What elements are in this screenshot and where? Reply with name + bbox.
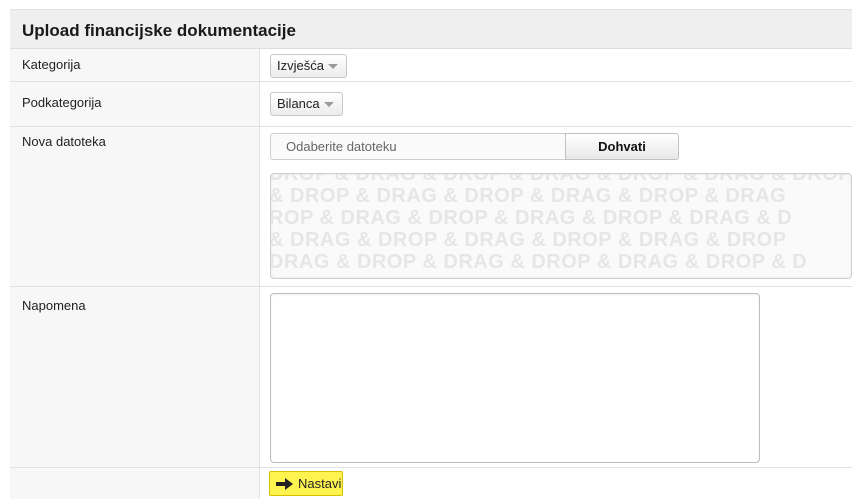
value-cell — [260, 287, 852, 467]
page-title: Upload financijske dokumentacije — [22, 21, 296, 40]
new-file-label: Nova datoteka — [22, 134, 106, 149]
value-cell: Nastavi — [260, 468, 852, 499]
drag-drop-zone[interactable]: DROP & DRAG & DROP & DRAG & DROP & DRAG … — [270, 173, 852, 279]
value-cell: Odaberite datoteku Dohvati DROP & DRAG &… — [260, 127, 852, 286]
label-cell: Nova datoteka — [10, 127, 260, 286]
label-cell — [10, 468, 260, 499]
subcategory-value: Bilanca — [277, 96, 320, 111]
row-category: Kategorija Izvješća — [10, 49, 852, 82]
continue-label: Nastavi — [298, 476, 342, 491]
subcategory-label: Podkategorija — [22, 95, 102, 110]
label-cell: Napomena — [10, 287, 260, 467]
drop-zone-text: & DRAG & DROP & DRAG & DROP & DRAG & DRO… — [270, 229, 787, 251]
label-cell: Podkategorija — [10, 82, 260, 126]
drop-zone-text: ROP & DRAG & DROP & DRAG & DROP & DRAG &… — [270, 207, 793, 229]
row-subcategory: Podkategorija Bilanca — [10, 82, 852, 127]
category-dropdown[interactable]: Izvješća — [270, 54, 347, 78]
file-path-input[interactable]: Odaberite datoteku — [270, 133, 566, 160]
value-cell: Bilanca — [260, 82, 852, 126]
fetch-button[interactable]: Dohvati — [565, 133, 679, 160]
caret-down-icon — [323, 101, 334, 107]
category-value: Izvješća — [277, 58, 324, 73]
upload-panel: Upload financijske dokumentacije Kategor… — [10, 9, 852, 499]
note-textarea[interactable] — [270, 293, 760, 463]
arrow-right-icon — [276, 477, 293, 490]
continue-button[interactable]: Nastavi — [269, 471, 343, 496]
row-new-file: Nova datoteka Odaberite datoteku Dohvati… — [10, 127, 852, 287]
drop-zone-text: & DROP & DRAG & DROP & DRAG & DROP & DRA… — [270, 185, 787, 207]
category-label: Kategorija — [22, 57, 81, 72]
row-note: Napomena — [10, 287, 852, 468]
row-actions: Nastavi — [10, 468, 852, 499]
panel-header: Upload financijske dokumentacije — [10, 9, 852, 49]
drop-zone-text: DRAG & DROP & DRAG & DROP & DRAG & DROP … — [270, 251, 808, 273]
value-cell: Izvješća — [260, 49, 852, 81]
subcategory-dropdown[interactable]: Bilanca — [270, 92, 343, 116]
label-cell: Kategorija — [10, 49, 260, 81]
note-label: Napomena — [22, 298, 86, 313]
caret-down-icon — [327, 63, 338, 69]
